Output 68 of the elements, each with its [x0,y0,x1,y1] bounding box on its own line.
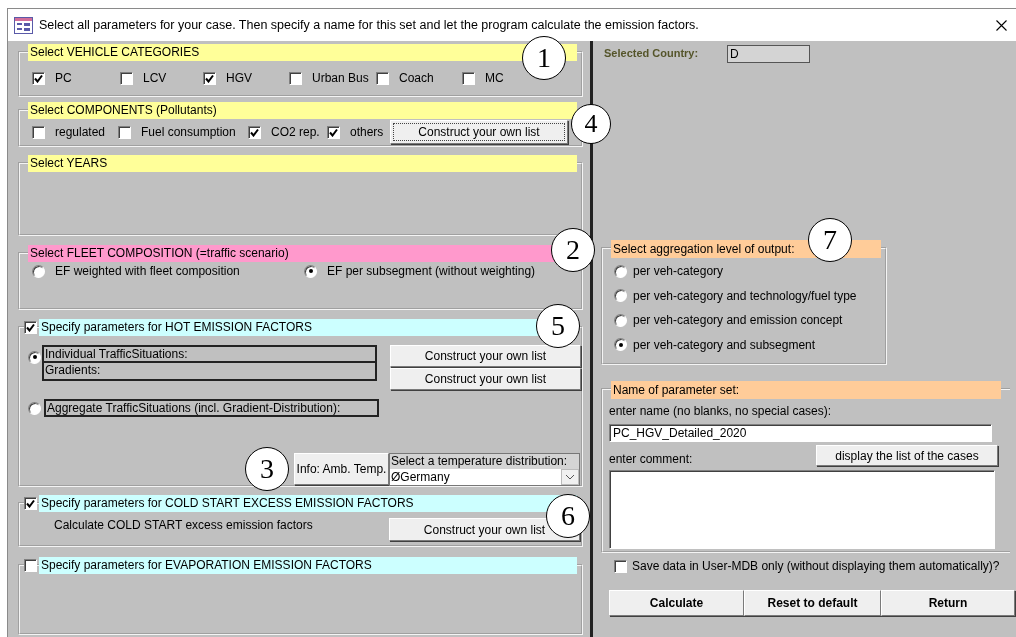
temperature-dropdown[interactable]: ØGermany [390,468,579,485]
checkbox-label: PC [55,71,72,85]
checkbox[interactable] [248,125,261,139]
country-field: D [727,45,810,63]
cold-start-text: Calculate COLD START excess emission factors [54,518,313,532]
window-title: Select all parameters for your case. Then specify a name for this set and let the program calculate the emission factors. [39,18,700,32]
aggregate-situations-field: Aggregate TrafficSituations (incl. Gradient-Distribution): [44,399,379,417]
group-header: Select COMPONENTS (Pollutants) [28,102,577,119]
gradients-field: Gradients: [42,363,377,381]
temperature-label: Select a temperature distribution: [390,453,569,469]
number-callout: 3 [245,447,289,491]
checkbox-label: others [350,125,384,139]
radio-button[interactable] [614,313,627,327]
checkbox[interactable] [327,125,340,139]
traffic-situations-field: Individual TrafficSituations: [42,345,377,363]
checkbox-label: LCV [143,71,167,85]
checkbox[interactable] [24,321,37,334]
number-callout: 1 [522,36,566,80]
checkbox-label: HGV [226,71,252,85]
number-callout: 5 [536,304,580,348]
dialog-button[interactable]: Return [881,590,1015,616]
checkbox[interactable] [462,71,475,85]
radio-label: per veh-category and subsegment [633,337,816,352]
construct-list-button[interactable]: Construct your own list [390,120,568,144]
construct-list-button[interactable]: Construct your own list [390,345,581,367]
group-header: Name of parameter set: [611,381,1001,399]
radio-label: per veh-category and technology/fuel type [633,288,857,303]
checkbox[interactable] [203,71,216,85]
checkbox-label: Urban Bus [312,71,369,85]
save-only-label: Save data in User-MDB only (without displaying them automatically)? [632,559,1000,573]
checkbox-label: Coach [399,71,434,85]
close-icon[interactable] [996,19,1007,31]
radio-label: per veh-category and emission concept [633,313,843,328]
checkbox[interactable] [120,71,133,85]
group-header: Select YEARS [28,155,577,172]
radio-button[interactable] [28,350,41,364]
country-label: Selected Country: [604,46,700,59]
checkbox[interactable] [614,559,627,573]
checkbox[interactable] [24,497,37,510]
checkbox[interactable] [24,559,37,572]
radio-label: per veh-category [633,264,724,279]
comment-field[interactable] [609,470,995,549]
radio-label: EF per subsegment (without weighting) [327,264,536,278]
checkbox[interactable] [32,71,45,85]
checkbox[interactable] [118,125,131,139]
checkbox[interactable] [289,71,302,85]
construct-list-button[interactable]: Construct your own list [390,368,581,390]
number-callout: 7 [808,218,852,262]
checkbox[interactable] [32,125,45,139]
comment-label: enter comment: [609,452,693,466]
group-header: Specify parameters for EVAPORATION EMISSION FACTORS [39,557,577,574]
name-field[interactable]: PC_HGV_Detailed_2020 [609,424,992,442]
dialog-button[interactable]: Reset to default [744,590,881,616]
info-temperature-button[interactable]: Info: Amb. Temp. [294,453,389,485]
radio-label: EF weighted with fleet composition [55,264,240,278]
radio-button[interactable] [614,338,627,352]
checkbox-label: MC [485,71,504,85]
checkbox-label: regulated [55,125,106,139]
name-label: enter name (no blanks, no special cases): [609,404,833,420]
radio-button[interactable] [614,289,627,303]
display-cases-button[interactable]: display the list of the cases [816,445,998,466]
number-callout: 4 [571,104,611,144]
form-icon [14,16,33,34]
dialog-button[interactable]: Calculate [609,590,744,616]
number-callout: 2 [551,228,595,272]
checkbox-label: Fuel consumption [141,125,236,139]
checkbox-label: CO2 rep. [271,125,320,139]
checkbox[interactable] [376,71,389,85]
